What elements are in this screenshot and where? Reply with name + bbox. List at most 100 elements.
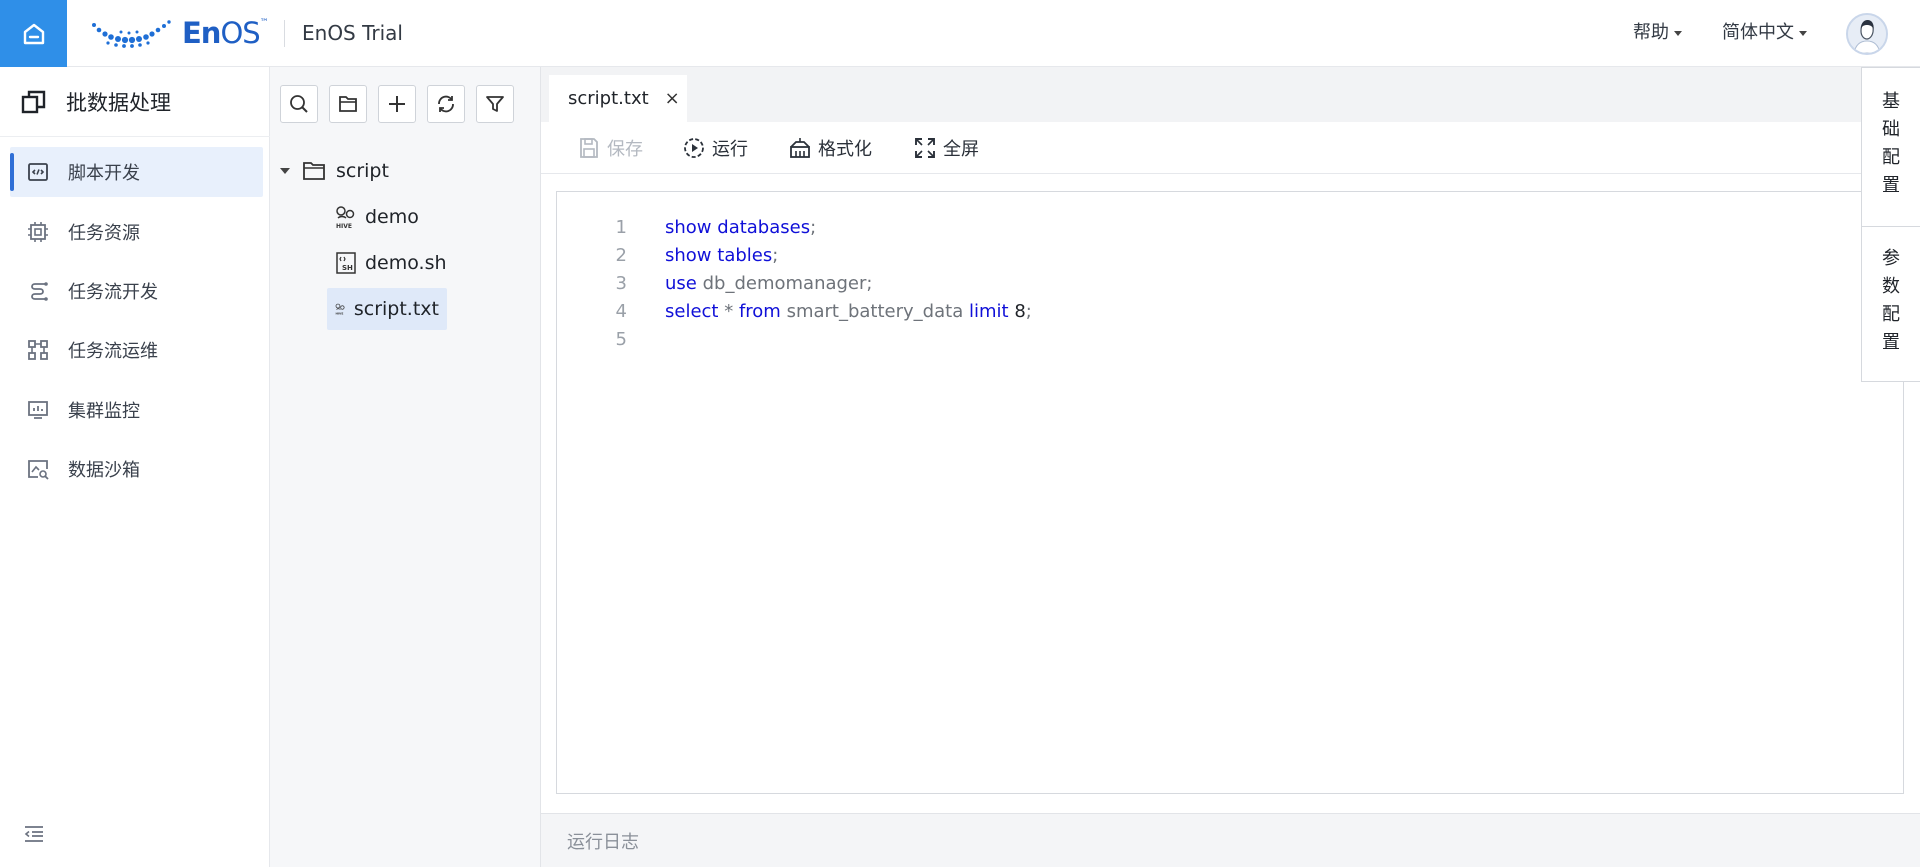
tree-file-label: script.txt	[353, 298, 439, 320]
tree-file-demo-sh[interactable]: SH demo.sh	[327, 242, 455, 284]
vertical-char: 置	[1882, 332, 1900, 353]
top-header: EnOS ™ EnOS Trial 帮助 简体中文	[0, 0, 1920, 67]
collapse-menu-icon[interactable]	[22, 822, 46, 846]
basic-config-tab[interactable]: 基 础 配 置	[1862, 88, 1920, 200]
line-text: show databases;	[665, 217, 816, 238]
help-menu[interactable]: 帮助	[1633, 20, 1682, 46]
fullscreen-icon	[915, 138, 935, 158]
script-dev-icon	[28, 163, 48, 181]
user-avatar[interactable]	[1846, 13, 1888, 55]
nav-item-flow-ops[interactable]: 任务流运维	[10, 325, 263, 375]
run-label: 运行	[712, 139, 748, 160]
caret-down-icon	[1674, 30, 1682, 36]
format-label: 格式化	[818, 139, 872, 160]
save-icon	[580, 138, 598, 158]
code-line: 3 use db_demomanager;	[557, 269, 873, 297]
code-keyword: databases	[717, 216, 811, 238]
line-number: 2	[615, 244, 627, 266]
caret-down-icon	[1799, 30, 1807, 36]
new-folder-button[interactable]	[329, 85, 367, 123]
nav-item-flow-dev[interactable]: 任务流开发	[10, 266, 263, 316]
code-punct: ;	[810, 216, 817, 238]
folder-icon	[339, 96, 357, 112]
code-line: 2 show tables;	[557, 241, 779, 269]
tab-label: script.txt	[568, 88, 649, 109]
code-punct: ;	[772, 244, 779, 266]
close-icon[interactable]: ×	[665, 88, 680, 109]
panel-divider	[1862, 226, 1920, 227]
editor-area: script.txt × 保存 运行 格式化 全屏 1 show databas…	[541, 67, 1920, 867]
line-number: 4	[615, 300, 627, 322]
code-keyword: show	[665, 244, 712, 266]
nav-item-label: 数据沙箱	[68, 460, 140, 481]
nav-item-cluster-monitor[interactable]: 集群监控	[10, 385, 263, 435]
file-tree-panel: script HIVE demo SH demo.sh HIVE script.…	[270, 67, 541, 867]
tab-script-txt[interactable]: script.txt ×	[549, 75, 687, 122]
code-editor[interactable]: 1 show databases; 2 show tables; 3 use d…	[556, 191, 1904, 794]
enos-logo[interactable]: EnOS ™	[90, 13, 269, 53]
nav-item-task-resource[interactable]: 任务资源	[10, 207, 263, 257]
language-label: 简体中文	[1722, 22, 1794, 43]
editor-toolbar: 保存 运行 格式化 全屏	[541, 122, 1920, 174]
logo-text-en: En	[182, 16, 221, 50]
config-side-panel: 基 础 配 置 参 数 配 置	[1861, 67, 1920, 382]
tree-file-label: demo	[365, 206, 419, 228]
nav-item-data-sandbox[interactable]: 数据沙箱	[10, 444, 263, 494]
module-title-label: 批数据处理	[66, 90, 171, 115]
code-identifier: smart_battery_data	[786, 300, 964, 322]
save-button[interactable]: 保存	[577, 134, 643, 162]
code-line: 5	[557, 325, 665, 353]
add-button[interactable]	[378, 85, 416, 123]
language-menu[interactable]: 简体中文	[1722, 20, 1807, 46]
run-log-label: 运行日志	[567, 831, 639, 853]
code-identifier: db_demomanager	[702, 272, 867, 294]
filter-icon	[486, 96, 504, 112]
run-log-bar[interactable]: 运行日志	[541, 813, 1920, 867]
editor-tab-bar: script.txt ×	[541, 67, 1920, 122]
line-text: select * from smart_battery_data limit 8…	[665, 301, 1032, 322]
folder-icon	[303, 162, 325, 180]
shell-file-icon: SH	[336, 252, 356, 274]
logo-text-os: OS	[220, 16, 260, 50]
search-icon	[290, 95, 308, 113]
code-keyword: select	[665, 300, 719, 322]
nav-item-script-dev[interactable]: 脚本开发	[10, 147, 263, 197]
code-keyword: use	[665, 272, 697, 294]
user-avatar-icon	[1848, 15, 1886, 53]
tree-file-script-txt[interactable]: HIVE script.txt	[327, 288, 447, 330]
module-title: 批数据处理	[0, 67, 270, 137]
tree-folder-script[interactable]: script	[280, 150, 389, 192]
svg-text:HIVE: HIVE	[336, 223, 352, 229]
search-button[interactable]	[280, 85, 318, 123]
line-text: show tables;	[665, 245, 778, 266]
filter-button[interactable]	[476, 85, 514, 123]
vertical-char: 数	[1882, 276, 1900, 297]
left-navigation: 批数据处理 脚本开发 任务资源 任务流开发 任务流运维 集群监控 数据沙箱	[0, 67, 270, 867]
refresh-button[interactable]	[427, 85, 465, 123]
run-button[interactable]: 运行	[682, 134, 748, 162]
code-punct: ;	[866, 272, 873, 294]
monitor-icon	[28, 401, 48, 419]
home-button[interactable]	[0, 0, 67, 67]
vertical-char: 配	[1882, 304, 1900, 325]
tree-file-demo[interactable]: HIVE demo	[327, 196, 427, 238]
logo-dots-icon	[92, 20, 171, 48]
svg-text:HIVE: HIVE	[335, 311, 343, 315]
svg-text:SH: SH	[342, 264, 353, 272]
code-line: 4 select * from smart_battery_data limit…	[557, 297, 1032, 325]
code-operator: *	[724, 300, 734, 322]
caret-down-icon	[280, 168, 290, 174]
vertical-char: 基	[1882, 91, 1900, 112]
code-number: 8	[1014, 300, 1026, 322]
vertical-char: 参	[1882, 248, 1900, 269]
code-keyword: tables	[717, 244, 773, 266]
nav-item-label: 脚本开发	[68, 163, 140, 184]
fullscreen-button[interactable]: 全屏	[913, 134, 979, 162]
tree-file-label: demo.sh	[365, 252, 447, 274]
flow-ops-icon	[28, 340, 48, 360]
format-button[interactable]: 格式化	[788, 134, 872, 162]
code-keyword: limit	[968, 300, 1009, 322]
code-keyword: from	[738, 300, 781, 322]
tree-folder-label: script	[336, 160, 389, 182]
param-config-tab[interactable]: 参 数 配 置	[1862, 245, 1920, 357]
